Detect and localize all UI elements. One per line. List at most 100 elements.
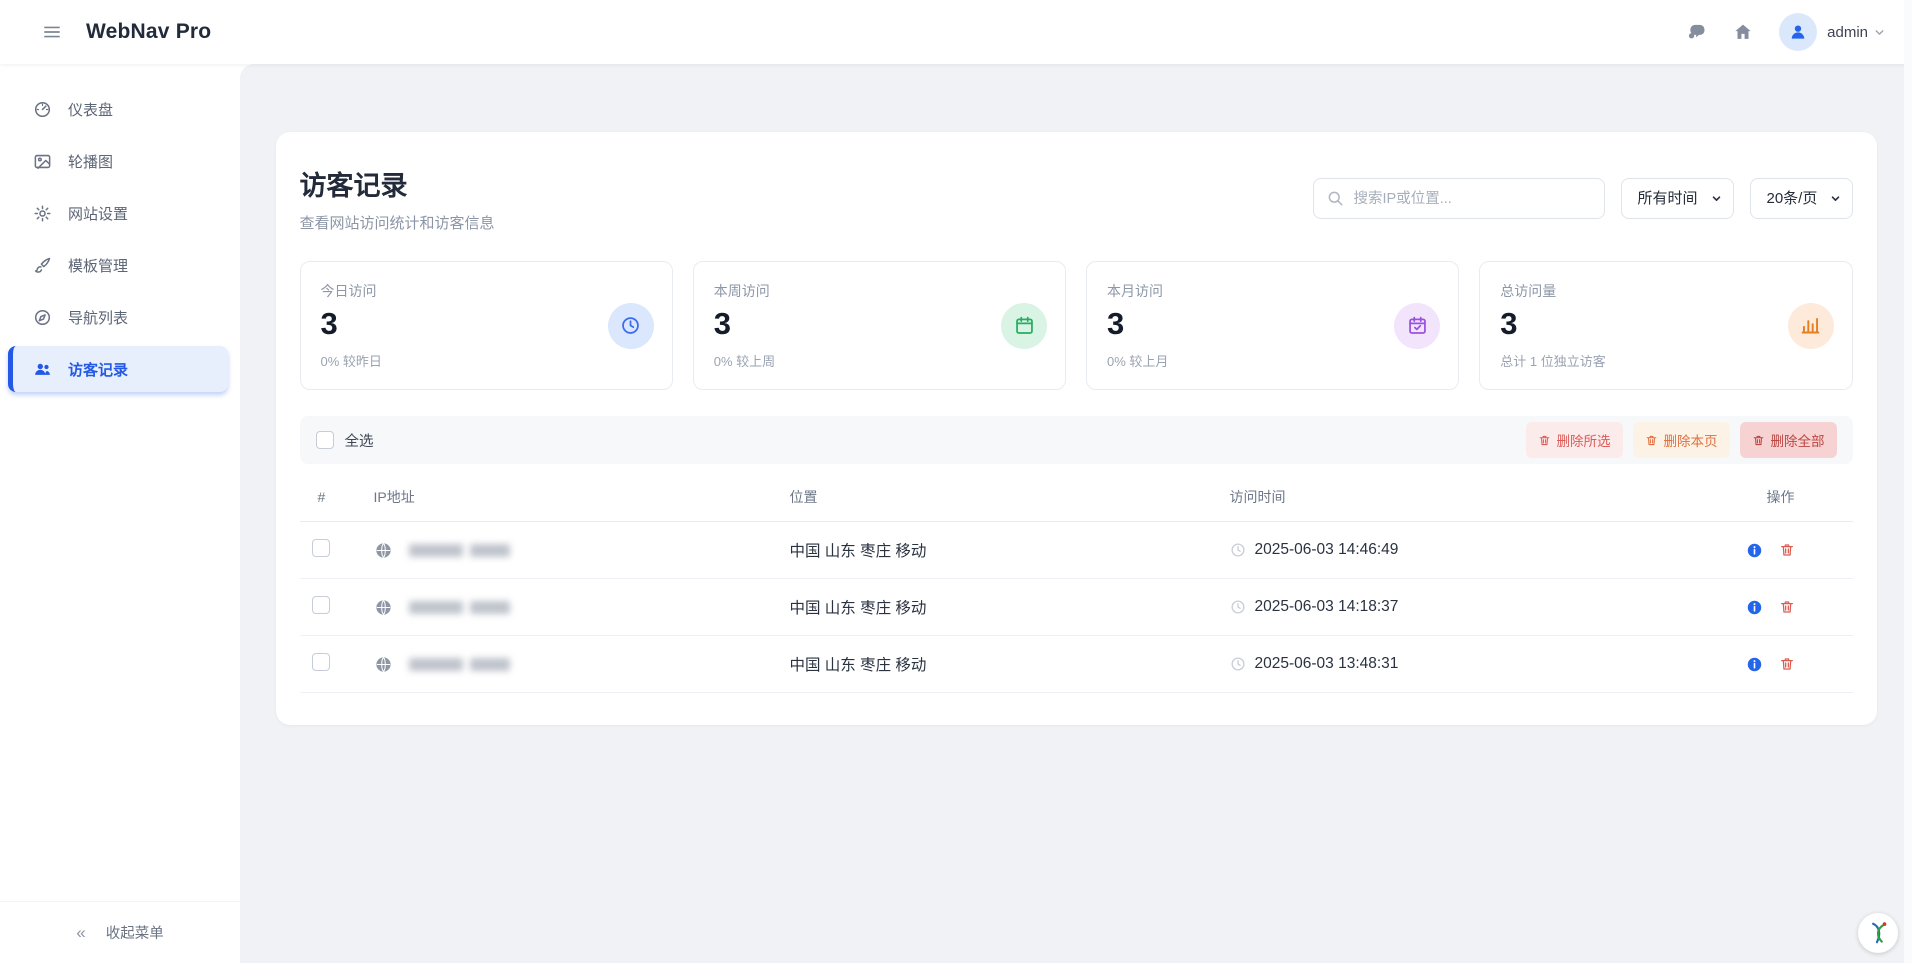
row-checkbox[interactable] — [312, 653, 330, 671]
table-row: 中国 山东 枣庄 移动 2025-06-03 14:46:49 — [300, 522, 1853, 579]
clock-icon — [1230, 656, 1246, 672]
stats-row: 今日访问 3 0% 较昨日 本周访问 3 0% 较上周 — [300, 261, 1853, 390]
sidebar-item[interactable]: 模板管理 — [8, 242, 228, 288]
time-range-select-wrap: 所有时间 — [1621, 178, 1734, 219]
stat-sub: 0% 较昨日 — [321, 351, 652, 370]
info-icon[interactable] — [1746, 656, 1763, 673]
stat-value: 3 — [1107, 306, 1438, 342]
sidebar-item-label: 访客记录 — [68, 359, 128, 380]
sidebar-item[interactable]: 轮播图 — [8, 138, 228, 184]
sidebar-item-label: 网站设置 — [68, 203, 128, 224]
avatar[interactable] — [1779, 13, 1817, 51]
stat-icon-badge — [1001, 303, 1047, 349]
table-header: # IP地址 位置 访问时间 操作 — [300, 472, 1853, 522]
dashboard-icon — [33, 100, 52, 119]
collapse-menu-label: 收起菜单 — [106, 922, 164, 943]
delete-button[interactable]: 删除本页 — [1633, 422, 1730, 458]
row-time: 2025-06-03 14:18:37 — [1255, 598, 1399, 616]
delete-actions: 删除所选 删除本页 删除全部 — [1526, 422, 1837, 458]
compass-icon — [33, 308, 52, 327]
stat-label: 本月访问 — [1107, 281, 1438, 301]
stat-sub: 总计 1 位独立访客 — [1500, 351, 1831, 370]
header-time: 访问时间 — [1230, 487, 1743, 507]
stat-value: 3 — [714, 306, 1045, 342]
trash-icon[interactable] — [1779, 599, 1795, 615]
site-badge-logo[interactable] — [1858, 913, 1898, 953]
visitors-icon — [33, 360, 52, 379]
main-content: 访客记录 查看网站访问统计和访客信息 所有时间 20条/页 — [240, 64, 1912, 963]
row-time: 2025-06-03 13:48:31 — [1255, 655, 1399, 673]
brush-icon — [33, 256, 52, 275]
selection-bar: 全选 删除所选 删除本页 删除全部 — [300, 416, 1853, 464]
stat-value: 3 — [321, 306, 652, 342]
sidebar-item-label: 轮播图 — [68, 151, 113, 172]
calendar-icon — [1014, 315, 1035, 336]
user-icon — [1788, 22, 1808, 42]
stat-card: 本月访问 3 0% 较上月 — [1086, 261, 1459, 390]
select-all-label: 全选 — [345, 430, 374, 451]
visitor-records-card: 访客记录 查看网站访问统计和访客信息 所有时间 20条/页 — [276, 132, 1877, 725]
sidebar-item[interactable]: 导航列表 — [8, 294, 228, 340]
table-body: 中国 山东 枣庄 移动 2025-06-03 14:46:49 — [300, 522, 1853, 693]
row-location: 中国 山东 枣庄 移动 — [790, 653, 1230, 675]
select-all-group: 全选 — [316, 430, 374, 451]
card-header: 访客记录 查看网站访问统计和访客信息 所有时间 20条/页 — [300, 164, 1853, 233]
home-icon[interactable] — [1733, 22, 1753, 42]
chat-icon[interactable] — [1687, 22, 1707, 42]
redacted-ip — [409, 658, 510, 671]
search-input[interactable] — [1313, 178, 1605, 219]
trash-icon[interactable] — [1779, 542, 1795, 558]
clock-icon — [620, 315, 641, 336]
collapse-menu-button[interactable]: « 收起菜单 — [0, 901, 240, 963]
trash-icon[interactable] — [1779, 656, 1795, 672]
stat-icon-badge — [608, 303, 654, 349]
stat-icon-badge — [1394, 303, 1440, 349]
row-checkbox[interactable] — [312, 539, 330, 557]
filters: 所有时间 20条/页 — [1313, 178, 1853, 219]
sidebar-item[interactable]: 仪表盘 — [8, 86, 228, 132]
page-size-select[interactable]: 20条/页 — [1750, 178, 1853, 219]
clock-icon — [1230, 542, 1246, 558]
stat-card: 本周访问 3 0% 较上周 — [693, 261, 1066, 390]
delete-button[interactable]: 删除全部 — [1740, 422, 1837, 458]
page-subtitle: 查看网站访问统计和访客信息 — [300, 212, 495, 233]
search-icon — [1326, 189, 1344, 207]
globe-icon — [374, 655, 393, 674]
username[interactable]: admin — [1827, 24, 1868, 41]
stat-value: 3 — [1500, 306, 1831, 342]
stat-icon-badge — [1788, 303, 1834, 349]
bar-chart-icon — [1800, 315, 1821, 336]
trash-icon — [1752, 434, 1765, 447]
brand-title: WebNav Pro — [86, 20, 211, 44]
top-navbar: WebNav Pro admin — [0, 0, 1912, 64]
clock-icon — [1230, 599, 1246, 615]
sidebar-item[interactable]: 访客记录 — [8, 346, 228, 392]
search-box — [1313, 178, 1605, 219]
stat-sub: 0% 较上月 — [1107, 351, 1438, 370]
calendar-check-icon — [1407, 315, 1428, 336]
row-location: 中国 山东 枣庄 移动 — [790, 539, 1230, 561]
page-title: 访客记录 — [300, 164, 495, 203]
visitor-table: # IP地址 位置 访问时间 操作 — [300, 472, 1853, 693]
settings-icon — [33, 204, 52, 223]
info-icon[interactable] — [1746, 599, 1763, 616]
hamburger-icon[interactable] — [42, 22, 62, 42]
chevron-down-icon[interactable] — [1873, 26, 1886, 39]
select-all-checkbox[interactable] — [316, 431, 334, 449]
sidebar-item-label: 导航列表 — [68, 307, 128, 328]
sidebar-item-label: 模板管理 — [68, 255, 128, 276]
globe-icon — [374, 541, 393, 560]
navbar-right: admin — [1687, 13, 1886, 51]
header-ip: IP地址 — [360, 487, 790, 507]
delete-button[interactable]: 删除所选 — [1526, 422, 1623, 458]
info-icon[interactable] — [1746, 542, 1763, 559]
stat-card: 今日访问 3 0% 较昨日 — [300, 261, 673, 390]
header-index: # — [300, 489, 360, 505]
page-size-select-wrap: 20条/页 — [1750, 178, 1853, 219]
scrollbar-track[interactable] — [1904, 0, 1912, 963]
sidebar-item[interactable]: 网站设置 — [8, 190, 228, 236]
time-range-select[interactable]: 所有时间 — [1621, 178, 1734, 219]
table-row: 中国 山东 枣庄 移动 2025-06-03 13:48:31 — [300, 636, 1853, 693]
row-checkbox[interactable] — [312, 596, 330, 614]
stat-label: 总访问量 — [1500, 281, 1831, 301]
